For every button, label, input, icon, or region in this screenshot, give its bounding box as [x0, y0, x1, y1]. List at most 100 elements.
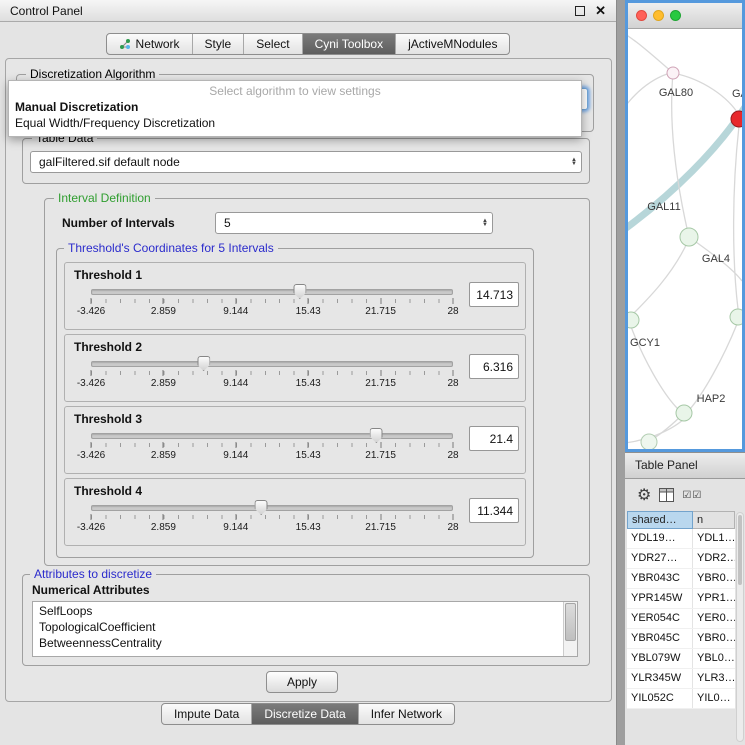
slider-major-ticks	[91, 514, 453, 520]
column-header-shared-name[interactable]: shared…	[627, 511, 693, 529]
apply-button[interactable]: Apply	[266, 671, 338, 693]
threshold-slider[interactable]: -3.4262.8599.14415.4321.71528	[91, 433, 453, 467]
interval-definition-legend: Interval Definition	[54, 191, 155, 205]
network-node[interactable]	[667, 67, 679, 79]
column-header-name[interactable]: n	[693, 511, 735, 529]
table-row[interactable]: YDL19…YDL1…	[627, 529, 735, 549]
network-window-titlebar[interactable]	[628, 3, 742, 29]
major-tick	[163, 370, 164, 376]
table-row[interactable]: YBL079WYBL0…	[627, 649, 735, 669]
slider-scale: -3.4262.8599.14415.4321.71528	[91, 378, 453, 390]
float-window-icon[interactable]	[575, 6, 585, 16]
slider-major-ticks	[91, 370, 453, 376]
table-data-value: galFiltered.sif default node	[39, 155, 567, 169]
network-edge-thick[interactable]	[628, 107, 742, 231]
tab-network[interactable]: Network	[107, 34, 192, 54]
table-row[interactable]: YPR145WYPR1…	[627, 589, 735, 609]
table-row[interactable]: YIL052CYIL0…	[627, 689, 735, 709]
tab-label: Network	[136, 37, 180, 51]
table-data-combobox[interactable]: galFiltered.sif default node ▲▼	[30, 151, 582, 173]
major-tick	[163, 514, 164, 520]
threshold-slider[interactable]: -3.4262.8599.14415.4321.71528	[91, 289, 453, 323]
table-cell: YIL052C	[627, 689, 693, 708]
checkbox-icons[interactable]: ☑☑	[682, 490, 702, 501]
major-tick	[308, 370, 309, 376]
close-window-icon[interactable]: ✕	[595, 4, 606, 17]
discretization-algorithm-legend: Discretization Algorithm	[26, 67, 159, 81]
network-node[interactable]	[676, 405, 692, 421]
table-row[interactable]: YDR27…YDR2…	[627, 549, 735, 569]
zoom-traffic-light-icon[interactable]	[670, 10, 681, 21]
network-node[interactable]	[730, 309, 742, 325]
list-scrollbar-thumb[interactable]	[565, 603, 576, 641]
table-scrollbar[interactable]	[736, 512, 744, 742]
threshold-value-field[interactable]: 14.713	[469, 282, 519, 307]
major-tick	[453, 514, 454, 520]
major-tick	[380, 370, 381, 376]
tab-select[interactable]: Select	[243, 34, 301, 54]
control-panel-window: Control Panel ✕ Network	[0, 0, 617, 745]
slider-thumb[interactable]	[370, 428, 383, 443]
scale-label: 9.144	[223, 306, 248, 317]
slider-thumb[interactable]	[293, 284, 306, 299]
scale-label: 28	[447, 306, 458, 317]
numerical-attribute-item[interactable]: BetweennessCentrality	[33, 635, 563, 651]
numerical-attribute-item[interactable]: TopologicalCoefficient	[33, 619, 563, 635]
threshold-slider[interactable]: -3.4262.8599.14415.4321.71528	[91, 505, 453, 539]
network-canvas[interactable]: GAL80 GA GAL11 GAL4 GCY1 HAP2	[628, 29, 742, 449]
network-node[interactable]	[628, 312, 639, 328]
table-row[interactable]: YBR045CYBR0…	[627, 629, 735, 649]
tab-infer-network[interactable]: Infer Network	[358, 704, 454, 724]
control-panel-titlebar[interactable]: Control Panel ✕	[0, 0, 616, 22]
slider-thumb[interactable]	[255, 500, 268, 515]
threshold-label: Threshold 3	[74, 412, 142, 426]
number-of-intervals-value: 5	[224, 216, 478, 230]
network-node-selected[interactable]	[731, 111, 742, 127]
algorithm-option-manual[interactable]: Manual Discretization	[9, 99, 581, 115]
gear-icon[interactable]: ⚙	[637, 485, 651, 505]
window-title: Control Panel	[10, 4, 83, 18]
numerical-attribute-item[interactable]: SelfLoops	[33, 603, 563, 619]
threshold-group: Threshold 1 -3.4262.8599.14415.4321.7152…	[64, 262, 526, 330]
slider-thumb[interactable]	[197, 356, 210, 371]
algorithm-option-equal-width[interactable]: Equal Width/Frequency Discretization	[9, 115, 581, 131]
tab-impute-data[interactable]: Impute Data	[162, 704, 251, 724]
slider-track[interactable]	[91, 361, 453, 367]
number-of-intervals-combobox[interactable]: 5 ▲▼	[215, 212, 493, 234]
node-label: HAP2	[697, 393, 726, 405]
table-scrollbar-thumb[interactable]	[738, 515, 742, 585]
threshold-group: Threshold 3 -3.4262.8599.14415.4321.7152…	[64, 406, 526, 474]
close-traffic-light-icon[interactable]	[636, 10, 647, 21]
table-row[interactable]: YBR043CYBR0…	[627, 569, 735, 589]
table-cell: YLR3…	[693, 669, 735, 688]
tab-label: Infer Network	[371, 707, 442, 721]
threshold-value-field[interactable]: 21.4	[469, 426, 519, 451]
tab-discretize-data[interactable]: Discretize Data	[251, 704, 357, 724]
table-cell: YPR1…	[693, 589, 735, 608]
threshold-value-field[interactable]: 6.316	[469, 354, 519, 379]
tab-cyni-toolbox[interactable]: Cyni Toolbox	[302, 34, 395, 54]
columns-icon[interactable]	[659, 488, 674, 502]
scale-label: 15.43	[296, 306, 321, 317]
slider-track[interactable]	[91, 289, 453, 295]
list-scrollbar[interactable]	[563, 602, 577, 656]
scale-label: -3.426	[77, 378, 105, 389]
threshold-value-field[interactable]: 11.344	[469, 498, 519, 523]
tab-label: Style	[205, 37, 232, 51]
combo-arrows-icon: ▲▼	[482, 219, 488, 227]
threshold-slider[interactable]: -3.4262.8599.14415.4321.71528	[91, 361, 453, 395]
network-node[interactable]	[680, 228, 698, 246]
scale-label: 2.859	[151, 522, 176, 533]
scale-label: 9.144	[223, 522, 248, 533]
threshold-label: Threshold 4	[74, 484, 142, 498]
table-row[interactable]: YLR345WYLR3…	[627, 669, 735, 689]
table-panel: ⚙ ☑☑ shared… n YDL19…YDL1…YDR27…YDR2…YBR…	[625, 479, 745, 745]
table-panel-header: Table Panel	[625, 452, 745, 479]
table-row[interactable]: YER054CYER0…	[627, 609, 735, 629]
network-node[interactable]	[641, 434, 657, 449]
tab-style[interactable]: Style	[192, 34, 244, 54]
slider-track[interactable]	[91, 433, 453, 439]
tab-jactivemnodules[interactable]: jActiveMNodules	[395, 34, 509, 54]
slider-track[interactable]	[91, 505, 453, 511]
minimize-traffic-light-icon[interactable]	[653, 10, 664, 21]
